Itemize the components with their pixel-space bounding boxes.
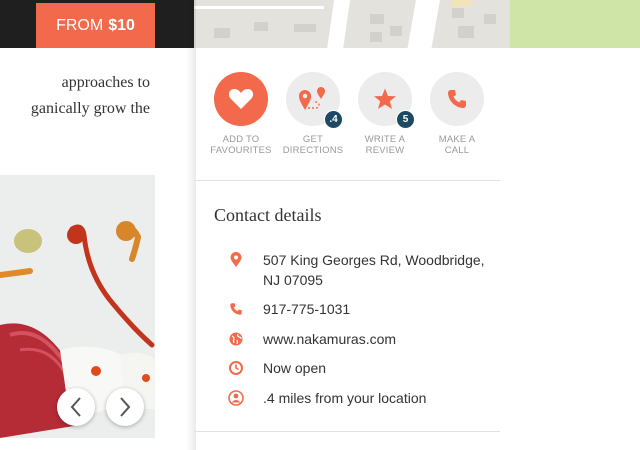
- action-label: ADD TO FAVOURITES: [210, 134, 272, 156]
- price-from-button[interactable]: FROM $10: [36, 3, 155, 48]
- directions-icon: [299, 87, 325, 110]
- phone-icon: [448, 90, 466, 108]
- divider: [194, 180, 500, 181]
- chevron-right-icon: [120, 397, 131, 417]
- article-line: approaches to: [61, 74, 150, 91]
- action-label-line: FAVOURITES: [210, 145, 272, 156]
- contact-row-phone[interactable]: 917-775-1031: [225, 299, 503, 319]
- action-bar: ADD TO FAVOURITES .4 GET DIRECTIONS 5 WR…: [210, 72, 500, 162]
- action-label: GET DIRECTIONS: [282, 134, 344, 156]
- action-label-line: MAKE A: [438, 134, 476, 145]
- review-count-badge: 5: [396, 110, 415, 129]
- heart-icon: [228, 89, 254, 109]
- gallery-prev-button[interactable]: [57, 388, 95, 426]
- contact-title: Contact details: [214, 205, 322, 225]
- contact-row-distance: .4 miles from your location: [225, 388, 503, 408]
- action-label-line: CALL: [444, 145, 470, 156]
- user-location-icon: [225, 388, 247, 408]
- action-label-line: REVIEW: [365, 145, 405, 156]
- map[interactable]: [194, 0, 640, 48]
- action-label-line: ADD TO: [222, 134, 260, 145]
- contact-row-website[interactable]: www.nakamuras.com: [225, 329, 503, 349]
- article-line: ganically grow the: [30, 100, 150, 117]
- directions-badge: .4: [324, 110, 343, 129]
- action-circle: .4: [286, 72, 343, 129]
- price-prefix: FROM: [56, 16, 104, 34]
- contact-website[interactable]: www.nakamuras.com: [263, 329, 503, 349]
- action-circle: [214, 72, 268, 126]
- action-label: WRITE A REVIEW: [354, 134, 416, 156]
- article-text: approaches to ganically grow the: [0, 70, 150, 122]
- clock-icon: [225, 358, 247, 378]
- phone-icon: [225, 299, 247, 319]
- panel-shadow: [186, 0, 196, 450]
- make-a-call-button[interactable]: MAKE A CALL: [426, 72, 488, 156]
- gallery-next-button[interactable]: [106, 388, 144, 426]
- write-review-button[interactable]: 5 WRITE A REVIEW: [354, 72, 416, 156]
- contact-address: 507 King Georges Rd, Woodbridge, NJ 0709…: [263, 252, 485, 288]
- action-circle: [430, 72, 484, 126]
- add-to-favourites-button[interactable]: ADD TO FAVOURITES: [210, 72, 272, 156]
- action-label-line: WRITE A: [364, 134, 406, 145]
- action-label: MAKE A CALL: [426, 134, 488, 156]
- price-value: $10: [108, 16, 135, 34]
- contact-distance: .4 miles from your location: [263, 390, 427, 406]
- contact-hours: Now open: [263, 360, 327, 376]
- map-pin-icon: [225, 250, 247, 270]
- globe-icon: [225, 329, 247, 349]
- contact-row-address: 507 King Georges Rd, Woodbridge, NJ 0709…: [225, 250, 503, 290]
- action-circle: 5: [358, 72, 415, 129]
- get-directions-button[interactable]: .4 GET DIRECTIONS: [282, 72, 344, 156]
- contact-row-hours: Now open: [225, 358, 503, 378]
- map-graphic: [194, 0, 640, 48]
- star-icon: [374, 88, 396, 109]
- chevron-left-icon: [70, 397, 81, 417]
- action-label-line: DIRECTIONS: [282, 145, 344, 156]
- contact-phone[interactable]: 917-775-1031: [263, 299, 503, 319]
- divider: [194, 431, 500, 432]
- action-label-line: GET: [302, 134, 324, 145]
